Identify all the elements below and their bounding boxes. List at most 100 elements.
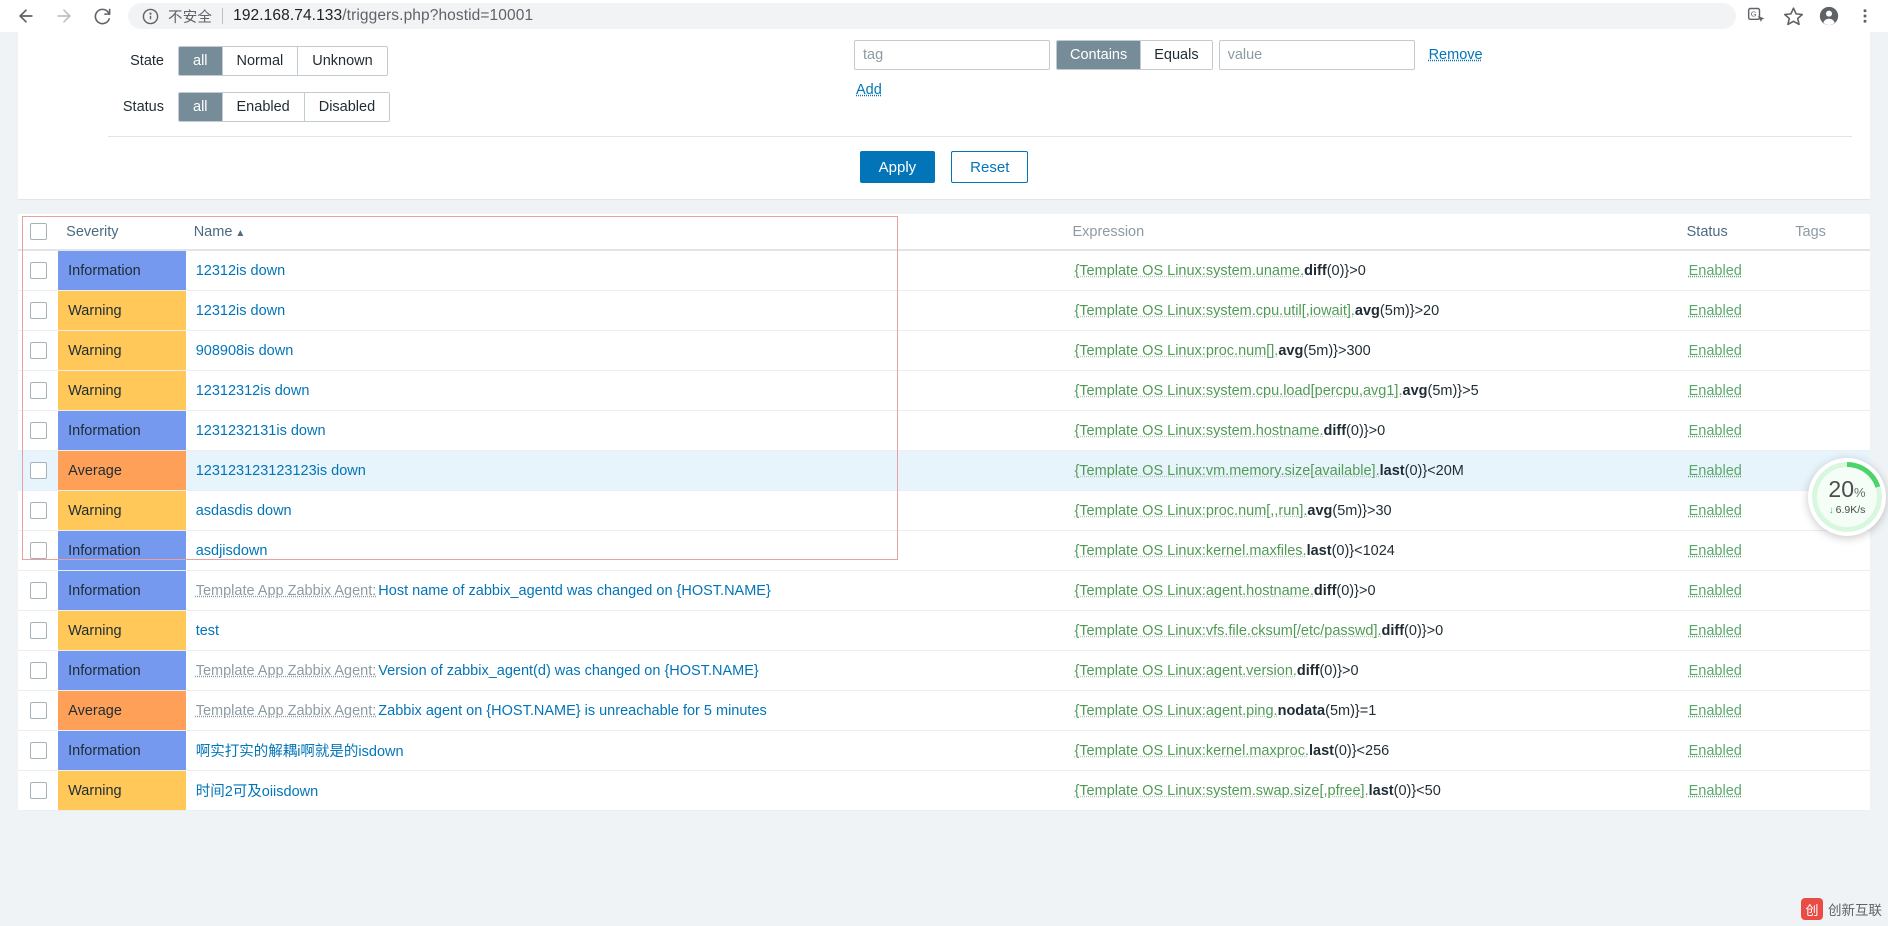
row-checkbox[interactable]: [30, 622, 47, 639]
row-checkbox[interactable]: [30, 262, 47, 279]
expression-item-link[interactable]: {Template OS Linux:system.swap.size[,pfr…: [1074, 783, 1368, 799]
table-row[interactable]: InformationTemplate App Zabbix Agent: Ve…: [18, 651, 1870, 691]
row-checkbox[interactable]: [30, 702, 47, 719]
table-row[interactable]: InformationTemplate App Zabbix Agent: Ho…: [18, 571, 1870, 611]
expression-item-link[interactable]: {Template OS Linux:system.hostname.: [1074, 423, 1323, 439]
expression-item-link[interactable]: {Template OS Linux:system.cpu.util[,iowa…: [1074, 303, 1354, 319]
address-bar[interactable]: 不安全 192.168.74.133/triggers.php?hostid=1…: [128, 3, 1736, 29]
reload-icon[interactable]: [84, 0, 120, 32]
expression-item-link[interactable]: {Template OS Linux:vm.memory.size[availa…: [1074, 463, 1379, 479]
status-option-enabled[interactable]: Enabled: [223, 93, 305, 121]
template-prefix-link[interactable]: Template App Zabbix Agent:: [196, 663, 377, 679]
status-radio-group[interactable]: all Enabled Disabled: [178, 92, 390, 122]
tag-operator-group[interactable]: Contains Equals: [1056, 40, 1213, 70]
download-progress-widget[interactable]: 20% ↓ 6.9K/s: [1808, 458, 1886, 536]
row-checkbox[interactable]: [30, 342, 47, 359]
tag-remove-link[interactable]: Remove: [1429, 47, 1483, 63]
state-option-all[interactable]: all: [179, 47, 223, 75]
trigger-name-link[interactable]: asdasdis down: [196, 503, 292, 519]
template-prefix-link[interactable]: Template App Zabbix Agent:: [196, 703, 377, 719]
status-option-disabled[interactable]: Disabled: [305, 93, 389, 121]
row-checkbox[interactable]: [30, 462, 47, 479]
trigger-name-link[interactable]: 1231232131is down: [196, 423, 326, 439]
template-prefix-link[interactable]: Template App Zabbix Agent:: [196, 583, 377, 599]
row-checkbox[interactable]: [30, 382, 47, 399]
tag-value-input[interactable]: [1219, 40, 1415, 70]
trigger-name-link[interactable]: Host name of zabbix_agentd was changed o…: [378, 583, 771, 599]
state-radio-group[interactable]: all Normal Unknown: [178, 46, 388, 76]
expression-item-link[interactable]: {Template OS Linux:agent.hostname.: [1074, 583, 1313, 599]
header-status[interactable]: Status: [1679, 214, 1788, 250]
table-row[interactable]: Warning12312is down{Template OS Linux:sy…: [18, 291, 1870, 331]
row-checkbox[interactable]: [30, 302, 47, 319]
table-row[interactable]: Information1231232131is down{Template OS…: [18, 411, 1870, 451]
row-checkbox[interactable]: [30, 422, 47, 439]
status-toggle-link[interactable]: Enabled: [1689, 663, 1742, 679]
expression-item-link[interactable]: {Template OS Linux:vfs.file.cksum[/etc/p…: [1074, 623, 1381, 639]
trigger-name-link[interactable]: test: [196, 623, 219, 639]
table-row[interactable]: Warning908908is down{Template OS Linux:p…: [18, 331, 1870, 371]
row-checkbox[interactable]: [30, 502, 47, 519]
state-option-unknown[interactable]: Unknown: [298, 47, 386, 75]
expression-item-link[interactable]: {Template OS Linux:agent.ping.: [1074, 703, 1277, 719]
trigger-name-link[interactable]: Version of zabbix_agent(d) was changed o…: [378, 663, 758, 679]
status-toggle-link[interactable]: Enabled: [1689, 343, 1742, 359]
expression-item-link[interactable]: {Template OS Linux:agent.version.: [1074, 663, 1296, 679]
status-option-all[interactable]: all: [179, 93, 223, 121]
expression-item-link[interactable]: {Template OS Linux:system.cpu.load[percp…: [1074, 383, 1402, 399]
status-toggle-link[interactable]: Enabled: [1689, 743, 1742, 759]
status-toggle-link[interactable]: Enabled: [1689, 463, 1742, 479]
star-icon[interactable]: [1782, 5, 1804, 27]
state-option-normal[interactable]: Normal: [223, 47, 299, 75]
tag-operator-contains[interactable]: Contains: [1057, 41, 1141, 69]
status-toggle-link[interactable]: Enabled: [1689, 303, 1742, 319]
status-toggle-link[interactable]: Enabled: [1689, 263, 1742, 279]
reset-button[interactable]: Reset: [951, 151, 1028, 183]
table-row[interactable]: Informationasdjisdown{Template OS Linux:…: [18, 531, 1870, 571]
header-name[interactable]: Name▲: [186, 214, 1065, 250]
status-toggle-link[interactable]: Enabled: [1689, 383, 1742, 399]
tag-operator-equals[interactable]: Equals: [1141, 41, 1211, 69]
translate-icon[interactable]: G: [1746, 5, 1768, 27]
header-severity[interactable]: Severity: [58, 214, 186, 250]
profile-avatar-icon[interactable]: [1818, 5, 1840, 27]
trigger-name-link[interactable]: 啊实打实的解耦i啊就是的isdown: [196, 740, 404, 761]
table-row[interactable]: Information啊实打实的解耦i啊就是的isdown{Template O…: [18, 731, 1870, 771]
expression-item-link[interactable]: {Template OS Linux:system.uname.: [1074, 263, 1304, 279]
back-arrow-icon[interactable]: [8, 0, 44, 32]
trigger-name-link[interactable]: 时间2可及oiisdown: [196, 780, 319, 801]
three-dot-menu-icon[interactable]: [1854, 5, 1876, 27]
table-row[interactable]: Warningasdasdis down{Template OS Linux:p…: [18, 491, 1870, 531]
table-row[interactable]: Average123123123123123is down{Template O…: [18, 451, 1870, 491]
expression-item-link[interactable]: {Template OS Linux:kernel.maxfiles.: [1074, 543, 1306, 559]
table-row[interactable]: Warning时间2可及oiisdown{Template OS Linux:s…: [18, 771, 1870, 811]
info-circle-icon[interactable]: [142, 8, 159, 25]
trigger-name-link[interactable]: 12312is down: [196, 263, 286, 279]
status-toggle-link[interactable]: Enabled: [1689, 503, 1742, 519]
expression-item-link[interactable]: {Template OS Linux:proc.num[,,run].: [1074, 503, 1307, 519]
status-toggle-link[interactable]: Enabled: [1689, 703, 1742, 719]
expression-item-link[interactable]: {Template OS Linux:proc.num[].: [1074, 343, 1278, 359]
tag-add-link[interactable]: Add: [856, 82, 882, 98]
table-row[interactable]: AverageTemplate App Zabbix Agent: Zabbix…: [18, 691, 1870, 731]
apply-button[interactable]: Apply: [860, 151, 936, 183]
status-toggle-link[interactable]: Enabled: [1689, 783, 1742, 799]
tag-name-input[interactable]: [854, 40, 1050, 70]
trigger-name-link[interactable]: 908908is down: [196, 343, 294, 359]
forward-arrow-icon[interactable]: [46, 0, 82, 32]
row-checkbox[interactable]: [30, 582, 47, 599]
trigger-name-link[interactable]: 123123123123123is down: [196, 463, 366, 479]
status-toggle-link[interactable]: Enabled: [1689, 423, 1742, 439]
table-row[interactable]: Warningtest{Template OS Linux:vfs.file.c…: [18, 611, 1870, 651]
trigger-name-link[interactable]: 12312is down: [196, 303, 286, 319]
trigger-name-link[interactable]: Zabbix agent on {HOST.NAME} is unreachab…: [378, 703, 766, 719]
row-checkbox[interactable]: [30, 782, 47, 799]
expression-item-link[interactable]: {Template OS Linux:kernel.maxproc.: [1074, 743, 1309, 759]
status-toggle-link[interactable]: Enabled: [1689, 543, 1742, 559]
table-row[interactable]: Warning12312312is down{Template OS Linux…: [18, 371, 1870, 411]
select-all-checkbox[interactable]: [30, 223, 47, 240]
trigger-name-link[interactable]: 12312312is down: [196, 383, 310, 399]
row-checkbox[interactable]: [30, 542, 47, 559]
row-checkbox[interactable]: [30, 742, 47, 759]
trigger-name-link[interactable]: asdjisdown: [196, 543, 268, 559]
